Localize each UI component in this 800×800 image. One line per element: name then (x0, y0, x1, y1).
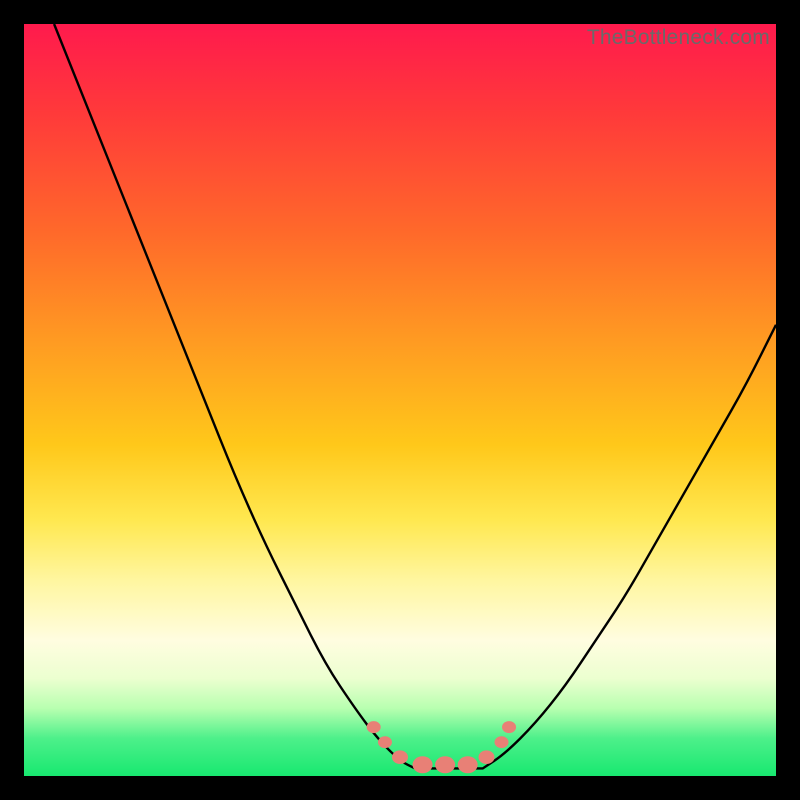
curve-marker (495, 736, 509, 748)
curve-marker (413, 756, 433, 773)
curve-marker (392, 750, 408, 764)
bottleneck-curve (24, 24, 776, 776)
curve-marker (478, 750, 494, 764)
curve-path (54, 24, 776, 768)
curve-marker (502, 721, 516, 733)
curve-marker (367, 721, 381, 733)
curve-marker (435, 756, 455, 773)
chart-plot-area: TheBottleneck.com (24, 24, 776, 776)
curve-marker (458, 756, 478, 773)
chart-frame: TheBottleneck.com (0, 0, 800, 800)
curve-markers (367, 721, 516, 773)
curve-marker (378, 736, 392, 748)
